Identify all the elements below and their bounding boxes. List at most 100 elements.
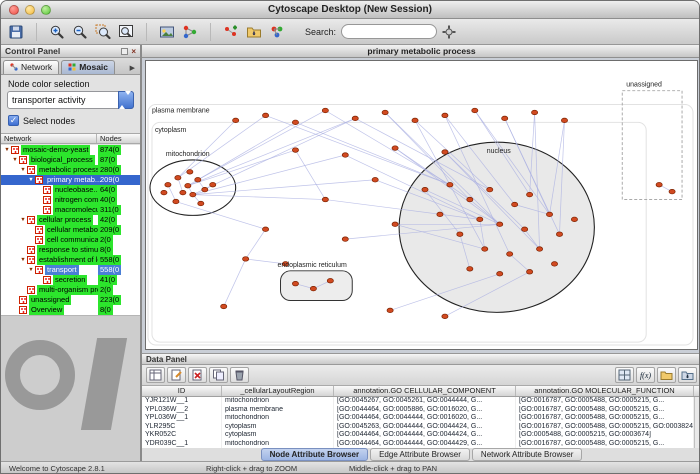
graph-node[interactable] [322, 108, 328, 113]
graph-node[interactable] [507, 252, 513, 257]
trash-button[interactable] [230, 367, 249, 383]
graph-node[interactable] [561, 118, 567, 123]
graph-node[interactable] [487, 187, 493, 192]
graph-node[interactable] [165, 182, 171, 187]
graph-node[interactable] [546, 212, 552, 217]
graph-node[interactable] [497, 222, 503, 227]
graph-node[interactable] [497, 272, 503, 277]
table-row[interactable]: YDR039C__1mitochondrion[GO:0044464, GO:0… [142, 440, 700, 449]
graph-node[interactable] [292, 281, 298, 286]
import-attributes-button[interactable] [657, 367, 676, 383]
search-input[interactable] [341, 24, 437, 39]
tree-header-nodes[interactable]: Nodes [97, 134, 140, 143]
node-color-combobox[interactable]: transporter activity [7, 91, 134, 109]
tree-item-cell-communicat[interactable]: cell communicat...2(0 [1, 235, 140, 245]
table-scrollbar[interactable] [694, 397, 700, 448]
graph-node[interactable] [412, 118, 418, 123]
graph-node[interactable] [187, 170, 193, 175]
select-nodes-checkbox[interactable] [8, 115, 19, 126]
float-panel-icon[interactable] [121, 48, 128, 55]
graph-node[interactable] [512, 202, 518, 207]
table-row[interactable]: YJR121W__1mitochondrion[GO:0045267, GO:0… [142, 397, 700, 406]
table-row[interactable]: YKR052Ccytoplasm[GO:0044464, GO:0044444,… [142, 431, 700, 440]
graph-node[interactable] [327, 278, 333, 283]
graph-node[interactable] [262, 227, 268, 232]
graph-node[interactable] [532, 110, 538, 115]
tree-header-network[interactable]: Network [1, 134, 97, 143]
graph-node[interactable] [387, 308, 393, 313]
graph-node[interactable] [551, 262, 557, 267]
graph-node[interactable] [571, 217, 577, 222]
tree-item-establishment-of-lo[interactable]: ▼establishment of lo...558(0 [1, 255, 140, 265]
network-overview-button[interactable] [179, 21, 201, 43]
tab-edge-attribute-browser[interactable]: Edge Attribute Browser [370, 448, 470, 461]
attribute-delete-button[interactable] [188, 367, 207, 383]
graph-node[interactable] [502, 116, 508, 121]
graph-node[interactable] [202, 187, 208, 192]
graph-node[interactable] [422, 187, 428, 192]
minimize-window-button[interactable] [25, 5, 35, 15]
save-button[interactable] [5, 21, 27, 43]
function-builder-button[interactable]: f(x) [636, 367, 655, 383]
expand-icon[interactable]: ▼ [27, 175, 35, 185]
graph-node[interactable] [467, 197, 473, 202]
attribute-batch-button[interactable] [209, 367, 228, 383]
expand-icon[interactable]: ▼ [19, 215, 27, 225]
graph-node[interactable] [185, 183, 191, 188]
zoom-fit-button[interactable] [115, 21, 137, 43]
graph-node[interactable] [210, 182, 216, 187]
tree-item-cellular-process[interactable]: ▼cellular process42(0 [1, 215, 140, 225]
graph-node[interactable] [195, 177, 201, 182]
tree-item-mosaic-demo-yeast[interactable]: ▼mosaic-demo-yeast874(0 [1, 145, 140, 155]
column-header[interactable]: ID [142, 386, 222, 396]
graph-node[interactable] [457, 232, 463, 237]
create-network-button[interactable] [220, 21, 242, 43]
zoom-selected-button[interactable] [92, 21, 114, 43]
tree-item-secretion[interactable]: secretion41(0 [1, 275, 140, 285]
more-tabs-arrow-icon[interactable]: ▶ [127, 62, 138, 74]
graph-node[interactable] [527, 192, 533, 197]
graph-node[interactable] [233, 118, 239, 123]
tab-network[interactable]: Network [3, 60, 59, 74]
table-row[interactable]: YLR295Ccytoplasm[GO:0045263, GO:0044444,… [142, 423, 700, 432]
expand-icon[interactable]: ▼ [19, 165, 27, 175]
close-window-button[interactable] [9, 5, 19, 15]
search-options-button[interactable] [438, 21, 460, 43]
graph-node[interactable] [442, 314, 448, 319]
graph-node[interactable] [482, 247, 488, 252]
tree-item-cellular-metabo[interactable]: cellular metabo...209(0 [1, 225, 140, 235]
attribute-create-button[interactable] [167, 367, 186, 383]
network-graph[interactable]: mitochondrionnucleusendoplasmic reticulu… [146, 61, 697, 349]
tree-item-multi-organism-pro[interactable]: multi-organism pro...2(0 [1, 285, 140, 295]
zoom-in-button[interactable] [46, 21, 68, 43]
graph-node[interactable] [292, 120, 298, 125]
graph-node[interactable] [442, 113, 448, 118]
tree-item-nitrogen-compo[interactable]: nitrogen compo...40(0 [1, 195, 140, 205]
graph-node[interactable] [467, 267, 473, 272]
graph-node[interactable] [352, 116, 358, 121]
title-bar[interactable]: Cytoscape Desktop (New Session) [1, 1, 699, 19]
graph-node[interactable] [243, 257, 249, 262]
graph-node[interactable] [442, 150, 448, 155]
expand-icon[interactable]: ▼ [19, 255, 27, 265]
table-row[interactable]: YPL036W__1mitochondrion[GO:0044464, GO:0… [142, 414, 700, 423]
graph-node[interactable] [477, 217, 483, 222]
column-header[interactable]: _cellularLayoutRegion [222, 386, 334, 396]
graph-node[interactable] [437, 212, 443, 217]
close-panel-icon[interactable]: × [131, 48, 136, 55]
tab-node-attribute-browser[interactable]: Node Attribute Browser [261, 448, 369, 461]
zoom-out-button[interactable] [69, 21, 91, 43]
graph-node[interactable] [221, 304, 227, 309]
tree-item-nucleobase[interactable]: nucleobase...64(0 [1, 185, 140, 195]
graph-node[interactable] [382, 110, 388, 115]
graph-node[interactable] [472, 108, 478, 113]
graph-node[interactable] [527, 270, 533, 275]
tree-item-biological-process[interactable]: ▼biological_process87(0 [1, 155, 140, 165]
graph-node[interactable] [656, 182, 662, 187]
expand-icon[interactable]: ▼ [27, 265, 35, 275]
graph-node[interactable] [322, 197, 328, 202]
tree-item-overview[interactable]: Overview8(0 [1, 305, 140, 315]
zoom-window-button[interactable] [41, 5, 51, 15]
graphics-details-button[interactable] [156, 21, 178, 43]
network-canvas[interactable]: mitochondrionnucleusendoplasmic reticulu… [145, 60, 698, 350]
